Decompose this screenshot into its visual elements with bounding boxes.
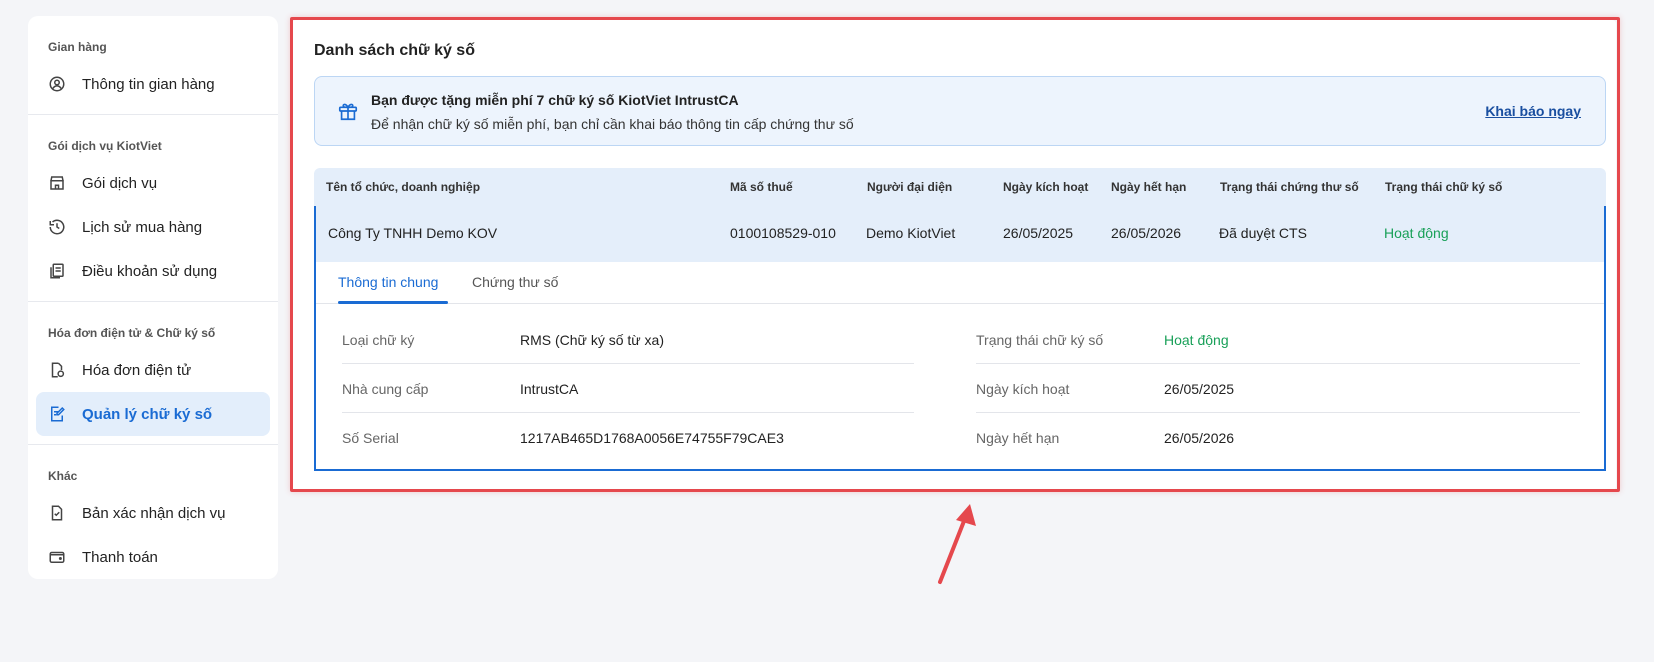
representative-cell: Demo KiotViet (866, 225, 956, 241)
user-circle-icon (48, 75, 66, 93)
detail-row: Ngày hết hạn 26/05/2026 (976, 414, 1580, 462)
detail-label: Ngày hết hạn (976, 430, 1060, 446)
detail-value: RMS (Chữ ký số từ xa) (520, 332, 664, 348)
sidebar-item-label: Bản xác nhận dịch vụ (82, 504, 226, 522)
sidebar-group-store: Gian hàng Thông tin gian hàng (28, 24, 278, 115)
gift-icon (337, 100, 359, 127)
sidebar-item-label: Quản lý chữ ký số (82, 405, 213, 423)
sidebar-item-label: Hóa đơn điện tử (82, 361, 192, 379)
detail-label: Trạng thái chữ ký số (976, 332, 1104, 348)
detail-label: Số Serial (342, 430, 399, 446)
table-row[interactable]: Công Ty TNHH Demo KOV 0100108529-010 Dem… (316, 206, 1604, 262)
expiry-date-cell: 26/05/2026 (1111, 225, 1182, 241)
sidebar-item-label: Gói dịch vụ (82, 174, 158, 192)
sidebar-group-einvoice: Hóa đơn điện tử & Chữ ký số Hóa đơn điện… (28, 310, 278, 445)
signature-status-cell: Hoạt động (1384, 225, 1449, 241)
detail-row: Trạng thái chữ ký số Hoạt động (976, 316, 1580, 364)
detail-value: Hoạt động (1164, 332, 1229, 348)
sidebar-group-other: Khác Bản xác nhận dịch vụ Thanh toán (28, 453, 278, 587)
history-icon (48, 218, 66, 236)
banner-subtitle: Để nhận chữ ký số miễn phí, bạn chỉ cần … (371, 116, 854, 132)
promo-banner: Bạn được tặng miễn phí 7 chữ ký số KiotV… (314, 76, 1606, 146)
sidebar: Gian hàng Thông tin gian hàng Gói dịch v… (28, 16, 278, 579)
sidebar-item-label: Thông tin gian hàng (82, 75, 215, 93)
declare-now-link[interactable]: Khai báo ngay (1485, 103, 1581, 119)
tab-general-info[interactable]: Thông tin chung (338, 274, 438, 290)
detail-value: IntrustCA (520, 381, 579, 397)
detail-label: Ngày kích hoạt (976, 381, 1070, 397)
invoice-icon (48, 361, 66, 379)
certificate-status-cell: Đã duyệt CTS (1219, 225, 1307, 241)
tab-certificate[interactable]: Chứng thư số (472, 274, 558, 290)
detail-row: Nhà cung cấp IntrustCA (342, 365, 914, 413)
signature-table: Tên tổ chức, doanh nghiệp Mã số thuế Ngư… (314, 168, 1606, 471)
sidebar-heading: Khác (48, 469, 78, 483)
table-header: Tên tổ chức, doanh nghiệp Mã số thuế Ngư… (314, 168, 1606, 206)
store-icon (48, 174, 66, 192)
detail-value: 26/05/2025 (1164, 381, 1235, 397)
sidebar-item-store-info[interactable]: Thông tin gian hàng (36, 62, 270, 106)
document-stack-icon (48, 262, 66, 280)
detail-panel: Loại chữ ký RMS (Chữ ký số từ xa) Nhà cu… (316, 304, 1604, 469)
sidebar-item-label: Thanh toán (82, 548, 158, 566)
sidebar-item-label: Điều khoản sử dụng (82, 262, 218, 280)
column-header: Ngày hết hạn (1111, 180, 1187, 194)
org-name-cell: Công Ty TNHH Demo KOV (328, 225, 498, 241)
signature-list-panel: Danh sách chữ ký số Bạn được tặng miễn p… (292, 20, 1616, 490)
sidebar-item-terms[interactable]: Điều khoản sử dụng (36, 249, 270, 293)
detail-value: 1217AB465D1768A0056E74755F79CAE3 (520, 430, 784, 446)
sidebar-item-einvoice[interactable]: Hóa đơn điện tử (36, 348, 270, 392)
sidebar-heading: Gói dịch vụ KiotViet (48, 139, 162, 153)
sidebar-group-kiotviet: Gói dịch vụ KiotViet Gói dịch vụ Lịch sử… (28, 123, 278, 302)
banner-title: Bạn được tặng miễn phí 7 chữ ký số KiotV… (371, 92, 739, 108)
detail-label: Loại chữ ký (342, 332, 415, 348)
expanded-row-container: Công Ty TNHH Demo KOV 0100108529-010 Dem… (314, 206, 1606, 471)
activation-date-cell: 26/05/2025 (1003, 225, 1074, 241)
sidebar-item-purchase-history[interactable]: Lịch sử mua hàng (36, 205, 270, 249)
sidebar-item-signature-management[interactable]: Quản lý chữ ký số (36, 392, 270, 436)
sidebar-heading: Gian hàng (48, 40, 107, 54)
sidebar-item-label: Lịch sử mua hàng (82, 218, 203, 236)
signature-icon (48, 405, 66, 423)
detail-row: Số Serial 1217AB465D1768A0056E74755F79CA… (342, 414, 914, 462)
column-header: Trạng thái chứng thư số (1220, 180, 1359, 194)
column-header: Ngày kích hoạt (1003, 180, 1089, 194)
detail-value: 26/05/2026 (1164, 430, 1235, 446)
tax-code-cell: 0100108529-010 (730, 225, 836, 241)
detail-label: Nhà cung cấp (342, 381, 429, 397)
sidebar-item-service-package[interactable]: Gói dịch vụ (36, 161, 270, 205)
file-check-icon (48, 504, 66, 522)
sidebar-item-payment[interactable]: Thanh toán (36, 535, 270, 579)
column-header: Trạng thái chữ ký số (1385, 180, 1503, 194)
detail-row: Ngày kích hoạt 26/05/2025 (976, 365, 1580, 413)
page-title: Danh sách chữ ký số (314, 42, 475, 59)
sidebar-item-service-confirmation[interactable]: Bản xác nhận dịch vụ (36, 491, 270, 535)
detail-tabs: Thông tin chung Chứng thư số (316, 262, 1604, 304)
detail-row: Loại chữ ký RMS (Chữ ký số từ xa) (342, 316, 914, 364)
pointer-arrow-icon (938, 504, 976, 584)
wallet-icon (48, 548, 66, 566)
column-header: Mã số thuế (730, 180, 793, 194)
column-header: Người đại diện (867, 180, 953, 194)
sidebar-heading: Hóa đơn điện tử & Chữ ký số (48, 326, 216, 340)
column-header: Tên tổ chức, doanh nghiệp (326, 180, 481, 194)
